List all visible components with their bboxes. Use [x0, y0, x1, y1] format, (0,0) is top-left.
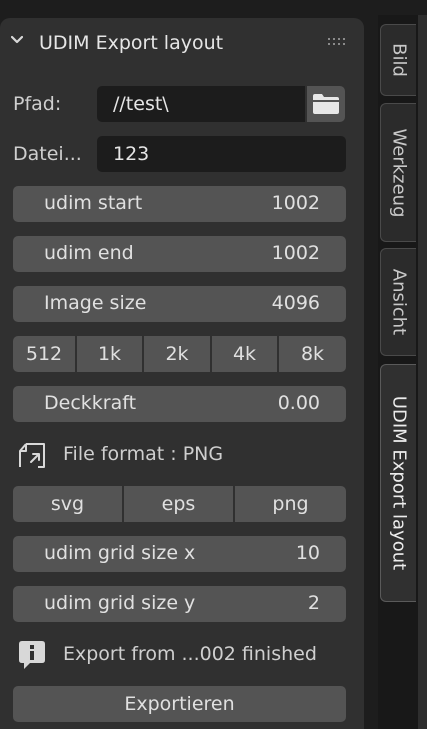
chevron-down-icon[interactable] [11, 34, 23, 46]
panel-title: UDIM Export layout [39, 32, 224, 54]
deckkraft-value: 0.00 [277, 392, 320, 414]
format-svg-button[interactable]: svg [13, 486, 124, 522]
tab-werkzeug-label: Werkzeug [388, 128, 409, 217]
udim-start-value: 1002 [271, 192, 320, 214]
preset-8k-button[interactable]: 8k [279, 336, 346, 372]
format-png-button[interactable]: png [235, 486, 346, 522]
tab-bild[interactable]: Bild [380, 24, 416, 96]
pfad-input[interactable]: //test\ [97, 86, 305, 122]
preset-512-button[interactable]: 512 [13, 336, 77, 372]
image-size-value: 4096 [271, 292, 320, 314]
datei-label: Datei... [13, 143, 82, 165]
udim-end-value: 1002 [271, 242, 320, 264]
file-format-label: File format : PNG [63, 443, 224, 465]
tab-bild-label: Bild [388, 43, 409, 77]
preset-2k-button[interactable]: 2k [144, 336, 212, 372]
udim-end-field[interactable]: udim end 1002 [13, 236, 346, 272]
preset-1k-button[interactable]: 1k [77, 336, 144, 372]
tab-ansicht-label: Ansicht [388, 268, 409, 336]
tab-werkzeug[interactable]: Werkzeug [380, 103, 416, 242]
grid-size-y-field[interactable]: udim grid size y 2 [13, 586, 346, 622]
folder-icon [313, 94, 339, 114]
udim-start-field[interactable]: udim start 1002 [13, 186, 346, 222]
tab-ansicht[interactable]: Ansicht [380, 248, 416, 356]
format-group: svg eps png [13, 486, 346, 522]
viewport-edge [418, 15, 427, 729]
deckkraft-slider[interactable]: Deckkraft 0.00 [13, 386, 346, 422]
udim-start-label: udim start [44, 192, 143, 214]
folder-browse-button[interactable] [307, 86, 345, 122]
size-preset-group: 512 1k 2k 4k 8k [13, 336, 346, 372]
preset-4k-button[interactable]: 4k [212, 336, 279, 372]
status-message: Export from ...002 finished [63, 643, 317, 665]
drag-grip-icon[interactable] [328, 38, 350, 48]
grid-size-x-value: 10 [295, 542, 320, 564]
grid-size-y-value: 2 [307, 592, 320, 614]
tab-udim-export-layout[interactable]: UDIM Export layout [380, 364, 416, 602]
image-size-field[interactable]: Image size 4096 [13, 286, 346, 322]
pfad-label: Pfad: [13, 93, 62, 115]
image-size-label: Image size [44, 292, 147, 314]
grid-size-x-field[interactable]: udim grid size x 10 [13, 536, 346, 572]
grid-size-y-label: udim grid size y [44, 592, 196, 614]
udim-export-panel [0, 18, 364, 729]
grid-size-x-label: udim grid size x [44, 542, 196, 564]
deckkraft-label: Deckkraft [44, 392, 137, 414]
info-icon [19, 641, 45, 669]
tab-udim-export-layout-label: UDIM Export layout [388, 395, 409, 571]
udim-end-label: udim end [44, 242, 134, 264]
format-eps-button[interactable]: eps [124, 486, 235, 522]
datei-input[interactable]: 123 [97, 136, 346, 172]
file-format-icon [19, 443, 45, 468]
export-button[interactable]: Exportieren [13, 686, 346, 722]
panel-header[interactable]: UDIM Export layout [0, 18, 364, 72]
